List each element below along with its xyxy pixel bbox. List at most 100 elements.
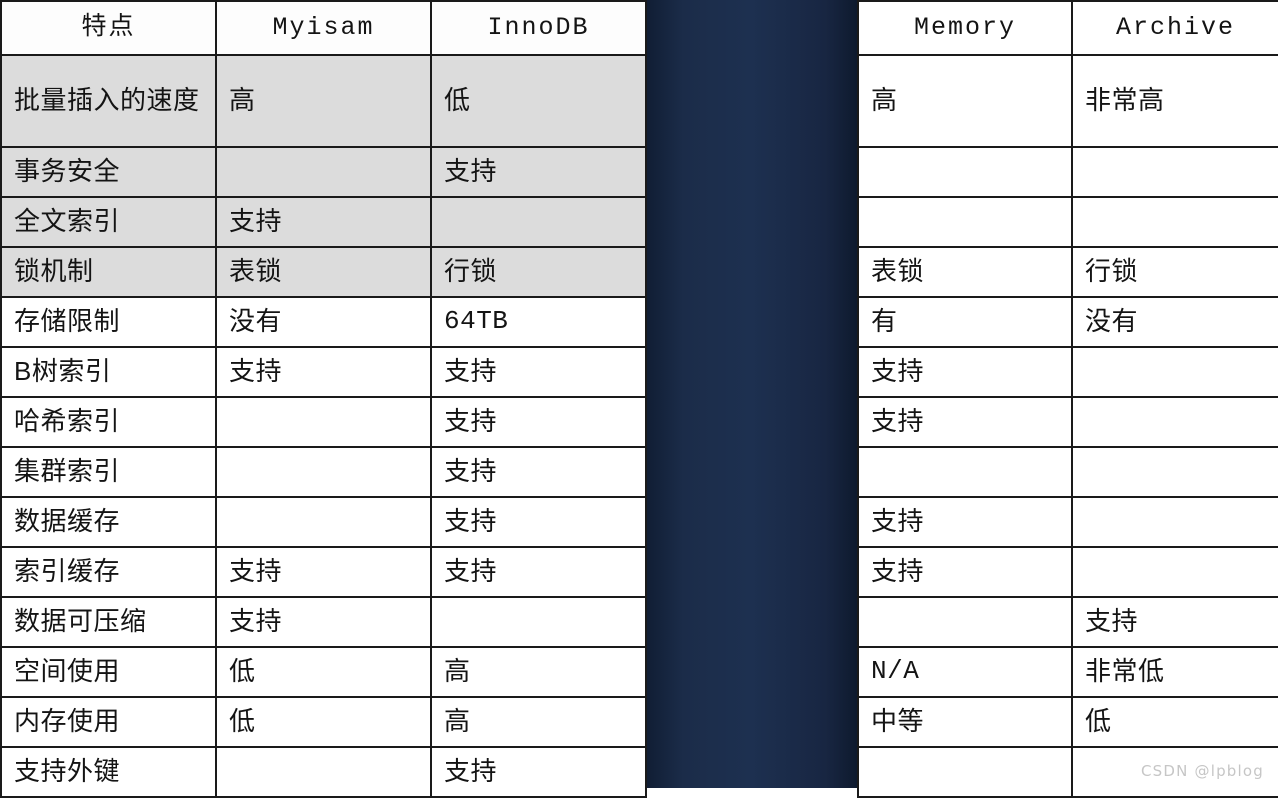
cell-myisam <box>215 396 432 448</box>
cell-feature: 全文索引 <box>0 196 217 248</box>
table-row: 支持外键 支持 <box>0 746 647 798</box>
table-row: 高 非常高 <box>857 54 1278 148</box>
cell-memory: 支持 <box>857 346 1073 398</box>
cell-innodb: 64TB <box>430 296 647 348</box>
table-row: 哈希索引 支持 <box>0 396 647 448</box>
cell-myisam <box>215 496 432 548</box>
table-row: B树索引 支持 支持 <box>0 346 647 398</box>
cell-memory: 中等 <box>857 696 1073 748</box>
table-row: 批量插入的速度 高 低 <box>0 54 647 148</box>
cell-feature: 哈希索引 <box>0 396 217 448</box>
cell-feature: 索引缓存 <box>0 546 217 598</box>
table-row: 集群索引 支持 <box>0 446 647 498</box>
table-row <box>857 196 1278 248</box>
cell-memory: 支持 <box>857 396 1073 448</box>
cell-myisam <box>215 146 432 198</box>
cell-archive <box>1071 746 1278 798</box>
cell-myisam <box>215 446 432 498</box>
table-row: 支持 <box>857 546 1278 598</box>
storage-engine-table-right: Memory Archive 高 非常高 表锁 行锁 有 没有 支持 支持 支持… <box>857 0 1278 798</box>
navy-divider-strip <box>645 0 857 788</box>
cell-memory: 支持 <box>857 496 1073 548</box>
table-row: 数据缓存 支持 <box>0 496 647 548</box>
cell-archive <box>1071 496 1278 548</box>
cell-myisam: 没有 <box>215 296 432 348</box>
table-row: 存储限制 没有 64TB <box>0 296 647 348</box>
cell-feature: 支持外键 <box>0 746 217 798</box>
cell-feature: 事务安全 <box>0 146 217 198</box>
cell-archive <box>1071 446 1278 498</box>
table-row: 内存使用 低 高 <box>0 696 647 748</box>
cell-archive: 非常低 <box>1071 646 1278 698</box>
table-row: 支持 <box>857 346 1278 398</box>
table-row: 索引缓存 支持 支持 <box>0 546 647 598</box>
header-memory: Memory <box>857 0 1073 56</box>
cell-archive: 支持 <box>1071 596 1278 648</box>
comparison-table-screenshot: 特点 Myisam InnoDB 批量插入的速度 高 低 事务安全 支持 全文索… <box>0 0 1278 798</box>
left-table-panel: 特点 Myisam InnoDB 批量插入的速度 高 低 事务安全 支持 全文索… <box>0 0 647 798</box>
cell-memory: 有 <box>857 296 1073 348</box>
storage-engine-table-left: 特点 Myisam InnoDB 批量插入的速度 高 低 事务安全 支持 全文索… <box>0 0 647 798</box>
cell-feature: 集群索引 <box>0 446 217 498</box>
cell-innodb: 高 <box>430 696 647 748</box>
cell-feature: 数据缓存 <box>0 496 217 548</box>
cell-memory: 高 <box>857 54 1073 148</box>
cell-innodb: 支持 <box>430 546 647 598</box>
cell-myisam: 支持 <box>215 346 432 398</box>
table-row: 数据可压缩 支持 <box>0 596 647 648</box>
table-row <box>857 746 1278 798</box>
cell-feature: 数据可压缩 <box>0 596 217 648</box>
cell-innodb: 高 <box>430 646 647 698</box>
cell-innodb: 支持 <box>430 396 647 448</box>
table-row <box>857 146 1278 198</box>
header-myisam: Myisam <box>215 0 432 56</box>
cell-feature: 内存使用 <box>0 696 217 748</box>
cell-feature: 存储限制 <box>0 296 217 348</box>
cell-innodb <box>430 596 647 648</box>
table-row: 支持 <box>857 396 1278 448</box>
cell-myisam: 表锁 <box>215 246 432 298</box>
cell-myisam: 支持 <box>215 596 432 648</box>
header-archive: Archive <box>1071 0 1278 56</box>
table-row <box>857 446 1278 498</box>
table-row: 支持 <box>857 596 1278 648</box>
cell-memory <box>857 146 1073 198</box>
cell-memory <box>857 746 1073 798</box>
table-row: 支持 <box>857 496 1278 548</box>
cell-myisam: 支持 <box>215 546 432 598</box>
right-table-panel: Memory Archive 高 非常高 表锁 行锁 有 没有 支持 支持 支持… <box>857 0 1278 798</box>
cell-archive <box>1071 546 1278 598</box>
cell-innodb: 支持 <box>430 146 647 198</box>
cell-feature: B树索引 <box>0 346 217 398</box>
table-row: 锁机制 表锁 行锁 <box>0 246 647 298</box>
header-feature: 特点 <box>0 0 217 56</box>
cell-archive: 低 <box>1071 696 1278 748</box>
cell-feature: 锁机制 <box>0 246 217 298</box>
header-innodb: InnoDB <box>430 0 647 56</box>
cell-archive: 行锁 <box>1071 246 1278 298</box>
table-row: 事务安全 支持 <box>0 146 647 198</box>
table-row: 空间使用 低 高 <box>0 646 647 698</box>
cell-memory <box>857 446 1073 498</box>
table-row: 表锁 行锁 <box>857 246 1278 298</box>
cell-feature: 批量插入的速度 <box>0 54 217 148</box>
cell-innodb <box>430 196 647 248</box>
cell-feature: 空间使用 <box>0 646 217 698</box>
cell-myisam: 高 <box>215 54 432 148</box>
cell-innodb: 支持 <box>430 446 647 498</box>
cell-memory <box>857 596 1073 648</box>
cell-archive <box>1071 396 1278 448</box>
cell-myisam: 低 <box>215 646 432 698</box>
cell-innodb: 支持 <box>430 496 647 548</box>
cell-innodb: 低 <box>430 54 647 148</box>
cell-myisam: 支持 <box>215 196 432 248</box>
cell-memory: 支持 <box>857 546 1073 598</box>
cell-archive: 没有 <box>1071 296 1278 348</box>
cell-memory <box>857 196 1073 248</box>
cell-innodb: 支持 <box>430 346 647 398</box>
table-row: 中等 低 <box>857 696 1278 748</box>
cell-archive <box>1071 196 1278 248</box>
cell-innodb: 支持 <box>430 746 647 798</box>
cell-memory: N/A <box>857 646 1073 698</box>
table-header-row: 特点 Myisam InnoDB <box>0 0 647 56</box>
